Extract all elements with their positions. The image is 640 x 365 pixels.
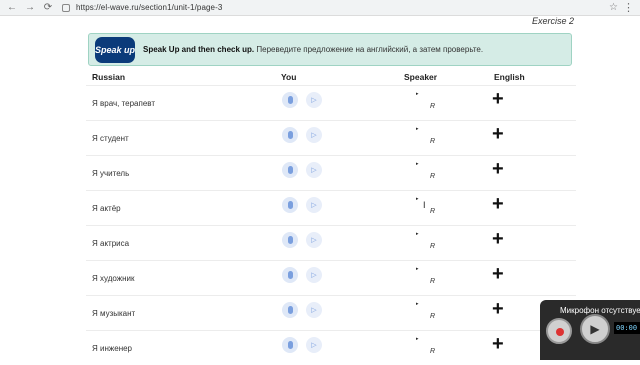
show-english-button[interactable]: +	[492, 299, 504, 319]
russian-sentence: Я врач, терапевт	[92, 99, 156, 108]
speaker-play-icon[interactable]: ▸	[416, 126, 419, 132]
text-cursor-icon: I	[423, 200, 426, 210]
header-you: You	[281, 72, 297, 82]
play-answer-button[interactable]: ▷	[306, 337, 322, 353]
table-row: Я актёр ▷ ▸ R +	[86, 190, 576, 225]
speak-up-logo: Speak up	[95, 36, 136, 63]
banner-bold-text: Speak Up and then check up.	[143, 45, 255, 54]
back-icon[interactable]: ←	[6, 2, 18, 13]
play-icon: ▷	[311, 132, 317, 139]
play-icon: ▷	[311, 202, 317, 209]
russian-sentence: Я художник	[92, 274, 135, 283]
reload-icon[interactable]: ⟳	[42, 2, 54, 13]
russian-sentence: Я актёр	[92, 204, 121, 213]
logo-text: Speak up	[95, 44, 136, 55]
table-row: Я актриса ▷ ▸ R +	[86, 225, 576, 260]
instruction-banner: Speak up Speak Up and then check up. Пер…	[88, 33, 572, 66]
play-icon: ▷	[311, 167, 317, 174]
speaker-play-icon[interactable]: ▸	[416, 266, 419, 272]
russian-sentence: Я музыкант	[92, 309, 136, 318]
play-answer-button[interactable]: ▷	[306, 302, 322, 318]
record-answer-button[interactable]	[282, 92, 298, 108]
show-english-button[interactable]: +	[492, 159, 504, 179]
play-answer-button[interactable]: ▷	[306, 267, 322, 283]
header-russian: Russian	[92, 72, 126, 82]
table-row: Я врач, терапевт ▷ ▸ R +	[86, 85, 576, 120]
russian-sentence: Я студент	[92, 134, 129, 143]
play-icon: ▷	[311, 97, 317, 104]
table-row: Я студент ▷ ▸ R +	[86, 120, 576, 155]
microphone-icon	[287, 96, 293, 104]
russian-sentence: Я инженер	[92, 344, 133, 353]
recorder-widget: Микрофон отсутствует ▶ 00:00	[540, 300, 640, 360]
play-answer-button[interactable]: ▷	[306, 127, 322, 143]
speaker-play-icon[interactable]: ▸	[416, 301, 419, 307]
url-field[interactable]: https://el-wave.ru/section1/unit-1/page-…	[76, 3, 222, 12]
play-icon: ▶	[590, 322, 600, 336]
show-english-button[interactable]: +	[492, 89, 504, 109]
header-speaker: Speaker	[404, 72, 438, 82]
lock-icon	[62, 3, 70, 12]
show-english-button[interactable]: +	[492, 194, 504, 214]
russian-sentence: Я учитель	[92, 169, 130, 178]
speaker-label: R	[430, 173, 436, 180]
table-row: Я музыкант ▷ ▸ R +	[86, 295, 576, 330]
speaker-label: R	[430, 278, 436, 285]
browser-address-bar: ← → ⟳ https://el-wave.ru/section1/unit-1…	[0, 0, 640, 16]
show-english-button[interactable]: +	[492, 334, 504, 354]
recorder-timer: 00:00	[614, 322, 640, 334]
browser-menu-icon[interactable]: ⋮	[623, 1, 634, 14]
exercise-title: Exercise 2	[532, 16, 575, 26]
record-answer-button[interactable]	[282, 267, 298, 283]
banner-instruction: Переведите предложение на английский, а …	[254, 45, 484, 54]
table-row: Я учитель ▷ ▸ R +	[86, 155, 576, 190]
play-icon: ▷	[311, 272, 317, 279]
speaker-label: R	[430, 138, 436, 145]
play-icon: ▷	[311, 237, 317, 244]
play-icon: ▷	[311, 342, 317, 349]
record-answer-button[interactable]	[282, 232, 298, 248]
speaker-label: R	[430, 103, 436, 110]
show-english-button[interactable]: +	[492, 229, 504, 249]
recorder-play-button[interactable]: ▶	[580, 314, 610, 344]
speaker-label: R	[430, 313, 436, 320]
banner-text: Speak Up and then check up. Переведите п…	[143, 45, 483, 54]
microphone-icon	[287, 341, 293, 349]
speaker-play-icon[interactable]: ▸	[416, 161, 419, 167]
russian-sentence: Я актриса	[92, 239, 130, 248]
speaker-play-icon[interactable]: ▸	[416, 91, 419, 97]
play-answer-button[interactable]: ▷	[306, 232, 322, 248]
record-answer-button[interactable]	[282, 197, 298, 213]
play-answer-button[interactable]: ▷	[306, 197, 322, 213]
speaker-play-icon[interactable]: ▸	[416, 196, 419, 202]
microphone-icon	[287, 271, 293, 279]
microphone-icon	[287, 236, 293, 244]
recorder-title: Микрофон отсутствует	[560, 306, 640, 315]
microphone-icon	[287, 306, 293, 314]
record-button[interactable]	[546, 318, 572, 344]
speaker-label: R	[430, 208, 436, 215]
record-answer-button[interactable]	[282, 127, 298, 143]
play-icon: ▷	[311, 307, 317, 314]
show-english-button[interactable]: +	[492, 264, 504, 284]
record-answer-button[interactable]	[282, 162, 298, 178]
speaker-play-icon[interactable]: ▸	[416, 231, 419, 237]
speaker-play-icon[interactable]: ▸	[416, 336, 419, 342]
play-answer-button[interactable]: ▷	[306, 162, 322, 178]
speaker-label: R	[430, 243, 436, 250]
microphone-icon	[287, 201, 293, 209]
forward-icon[interactable]: →	[24, 2, 36, 13]
microphone-icon	[287, 131, 293, 139]
speaker-label: R	[430, 348, 436, 355]
header-english: English	[494, 72, 525, 82]
bookmark-star-icon[interactable]: ☆	[609, 2, 618, 13]
record-answer-button[interactable]	[282, 302, 298, 318]
show-english-button[interactable]: +	[492, 124, 504, 144]
record-answer-button[interactable]	[282, 337, 298, 353]
microphone-icon	[287, 166, 293, 174]
table-row: Я художник ▷ ▸ R +	[86, 260, 576, 295]
play-answer-button[interactable]: ▷	[306, 92, 322, 108]
